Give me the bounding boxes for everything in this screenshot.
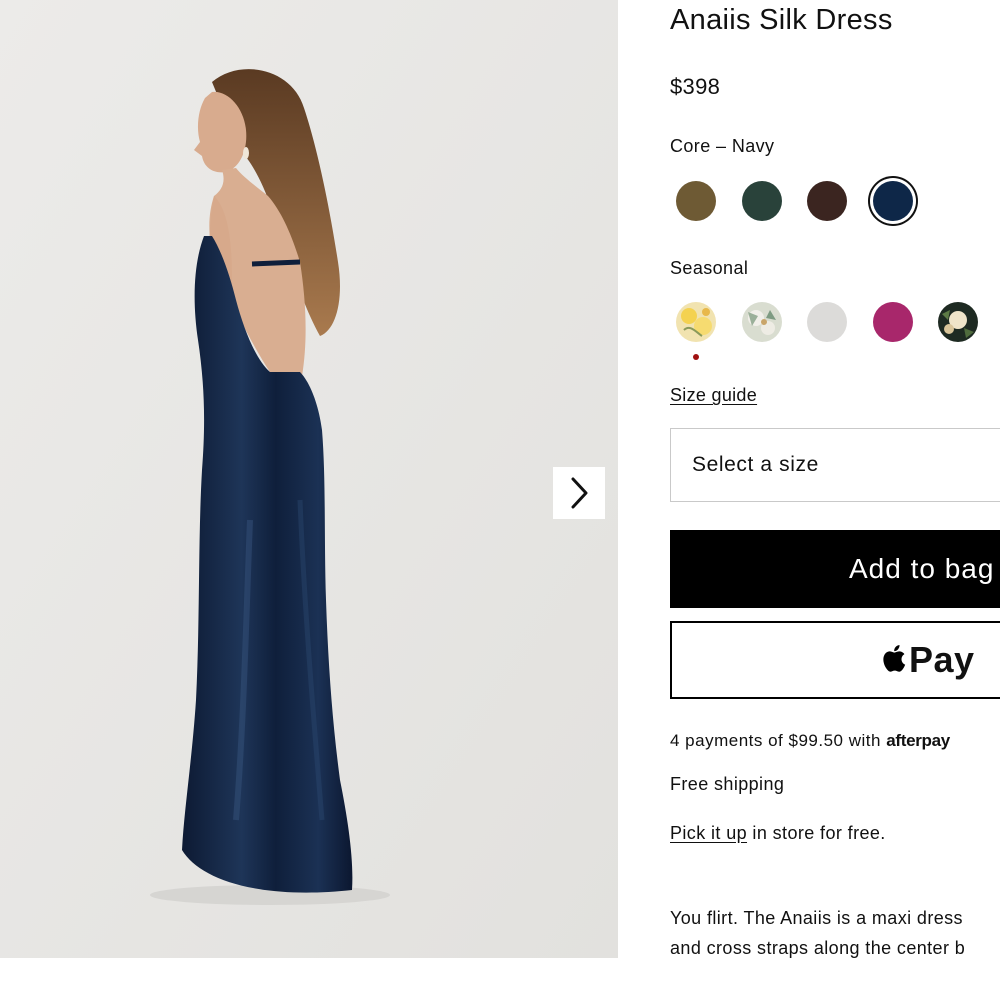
apple-pay-button[interactable]: Pay [670, 621, 1000, 699]
size-select-placeholder: Select a size [692, 453, 819, 476]
chocolate-brown-swatch[interactable] [807, 181, 847, 221]
next-image-button[interactable] [553, 467, 605, 519]
apple-logo-icon [883, 645, 906, 672]
olive-swatch[interactable] [676, 181, 716, 221]
product-title: Anaiis Silk Dress [670, 4, 893, 36]
light-grey-swatch[interactable] [807, 302, 847, 342]
core-color-swatches [676, 181, 938, 221]
size-guide-link[interactable]: Size guide [670, 385, 757, 406]
product-image-gallery [0, 0, 618, 958]
product-info-panel: Anaiis Silk Dress $398 Core – Navy Seaso… [670, 0, 1000, 1000]
product-page: Anaiis Silk Dress $398 Core – Navy Seaso… [0, 0, 1000, 1000]
sage-floral-swatch[interactable] [741, 302, 782, 342]
floral-pattern-icon [747, 310, 776, 335]
magenta-swatch[interactable] [872, 302, 913, 342]
dark-floral-swatch[interactable] [938, 302, 978, 342]
core-color-label: Core – Navy [670, 136, 775, 156]
afterpay-installments: 4 payments of $99.50 with afterpay [670, 731, 950, 751]
forest-green-swatch[interactable] [741, 181, 782, 221]
free-shipping-note: Free shipping [670, 774, 785, 794]
seasonal-color-label: Seasonal [670, 258, 749, 278]
pick-it-up-link[interactable]: Pick it up [670, 823, 747, 843]
description-line-2: and cross straps along the center b [670, 938, 966, 958]
afterpay-text: 4 payments of $99.50 with [670, 731, 887, 750]
navy-swatch[interactable] [872, 181, 913, 221]
add-to-bag-button[interactable]: Add to bag [670, 530, 1000, 608]
add-to-bag-label: Add to bag [849, 553, 995, 584]
description-line-1: You flirt. The Anaiis is a maxi dress [670, 908, 963, 928]
yellow-floral-swatch[interactable] [676, 302, 716, 360]
chevron-right-icon [571, 477, 588, 509]
seasonal-color-swatches [676, 302, 1000, 360]
floral-pattern-icon [681, 308, 712, 337]
product-photo [0, 0, 618, 958]
pickup-note: Pick it up in store for free. [670, 823, 886, 844]
product-price: $398 [670, 74, 721, 99]
size-select-dropdown[interactable]: Select a size [670, 428, 1000, 502]
apple-pay-label: Pay [909, 639, 975, 680]
afterpay-logo[interactable]: afterpay [886, 731, 950, 750]
new-indicator-dot [693, 354, 699, 360]
floral-pattern-icon [942, 310, 974, 338]
pickup-text: in store for free. [747, 823, 886, 843]
